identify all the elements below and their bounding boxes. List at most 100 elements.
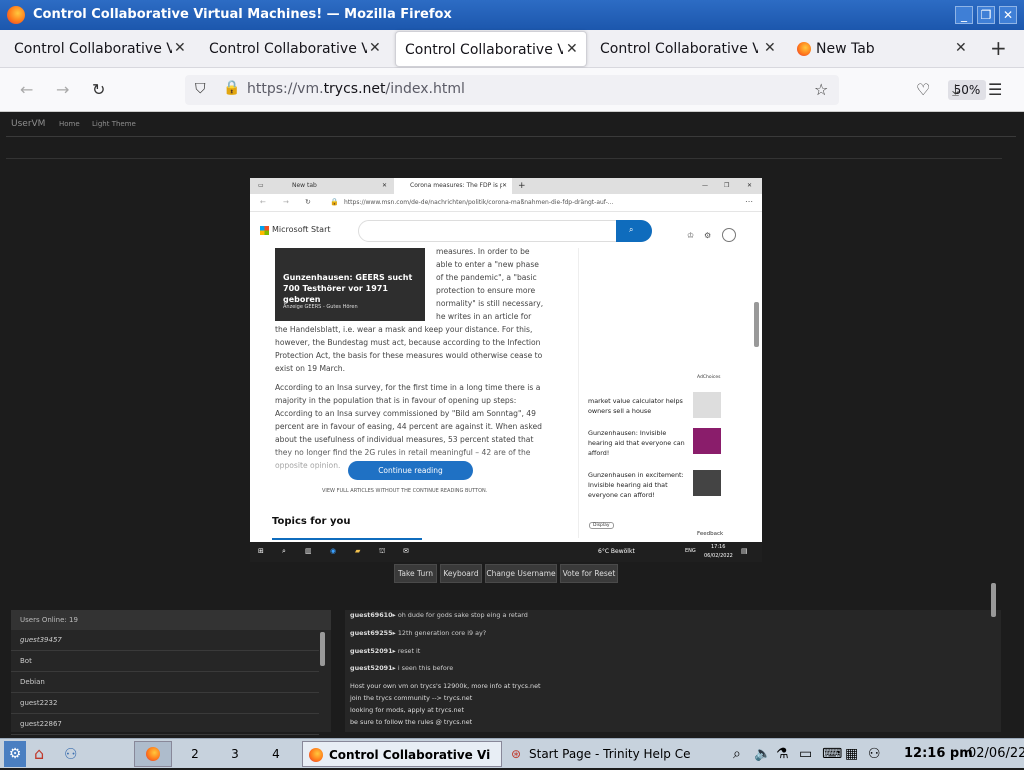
tray-app-icon[interactable]: ⚗	[776, 741, 789, 767]
workspace-2[interactable]: 2	[176, 741, 214, 767]
vm-clock-date[interactable]: 06/02/2022	[704, 553, 733, 559]
pocket-icon[interactable]: ♡	[916, 80, 930, 100]
vote-reset-button[interactable]: Vote for Reset	[560, 564, 618, 583]
store-icon[interactable]: ⛫	[379, 547, 385, 556]
downloads-icon[interactable]: ⤓	[952, 80, 959, 100]
vm-screen[interactable]: ▭ New tab ✕ Corona measures: The FDP is p…	[250, 178, 762, 562]
nav-home[interactable]: Home	[59, 120, 80, 128]
site-brand[interactable]: UserVM	[11, 119, 45, 129]
tab-new[interactable]: New Tab ✕	[787, 30, 977, 68]
close-tab-icon[interactable]: ✕	[369, 40, 381, 56]
vm-scrollbar[interactable]	[754, 302, 759, 347]
msn-search-input[interactable]: ⌕	[358, 220, 652, 242]
vm-restore-icon[interactable]: ❐	[724, 178, 729, 194]
display-icon[interactable]: ▭	[799, 741, 812, 767]
workspace-3[interactable]: 3	[216, 741, 254, 767]
windows-start-icon[interactable]: ⊞	[258, 547, 264, 555]
forward-arrow-icon[interactable]: →	[56, 80, 69, 100]
taskbar-window-firefox[interactable]: Control Collaborative Vi	[302, 741, 502, 767]
adchoices-label[interactable]: AdChoices	[697, 375, 720, 380]
user-item[interactable]: guest39457	[11, 630, 319, 651]
tab-4[interactable]: Control Collaborative Vi ✕	[590, 30, 785, 68]
workspace-4[interactable]: 4	[257, 741, 295, 767]
close-tab-icon[interactable]: ✕	[764, 40, 776, 56]
keyboard-icon[interactable]: ⌨	[822, 741, 842, 767]
feedback-link[interactable]: Feedback	[697, 531, 723, 537]
bookmark-star-icon[interactable]: ☆	[814, 80, 828, 99]
volume-icon[interactable]: 🔈	[754, 741, 771, 767]
vm-browser-tabs: ▭ New tab ✕ Corona measures: The FDP is p…	[250, 178, 762, 194]
weather-text[interactable]: 6°C Bewölkt	[598, 548, 635, 555]
vm-minimize-icon[interactable]: —	[702, 178, 708, 194]
full-article-link[interactable]: VIEW FULL ARTICLES WITHOUT THE CONTINUE …	[322, 488, 487, 494]
taskbar-window-help[interactable]: ⊛ Start Page - Trinity Help Ce	[505, 741, 705, 767]
vm-tab-active[interactable]: Corona measures: The FDP is pu	[394, 178, 512, 194]
tab-3-active[interactable]: Control Collaborative Vi ✕	[395, 31, 587, 67]
calendar-icon[interactable]: ▦	[845, 741, 858, 767]
vm-search-icon[interactable]: ⌕	[282, 547, 286, 556]
vm-new-tab-plus-icon[interactable]: +	[518, 178, 526, 194]
user-item[interactable]: guest22867	[11, 714, 319, 735]
close-tab-icon[interactable]: ✕	[174, 40, 186, 56]
search-tray-icon[interactable]: ⌕	[733, 741, 741, 767]
lock-icon[interactable]: 🔒	[223, 80, 240, 96]
tab-1[interactable]: Control Collaborative Vi ✕	[0, 30, 195, 68]
window-title: Control Collaborative Virtual Machines! …	[33, 7, 452, 22]
network-tray-icon[interactable]: ⚇	[868, 741, 881, 767]
vm-tab-newtab[interactable]: New tab ✕	[278, 178, 390, 194]
shield-icon[interactable]: ⛉	[195, 81, 206, 97]
close-window-button[interactable]: ✕	[999, 6, 1017, 24]
msn-search-button[interactable]: ⌕	[616, 220, 652, 242]
keyboard-button[interactable]: Keyboard	[440, 564, 482, 583]
take-turn-button[interactable]: Take Turn	[394, 564, 437, 583]
taskbar-date[interactable]: 02/06/22	[968, 746, 1024, 761]
maximize-button[interactable]: ❐	[977, 6, 995, 24]
url-text[interactable]: https://vm.trycs.net/index.html	[247, 81, 465, 97]
start-menu-icon[interactable]: ⚙	[4, 741, 26, 767]
tab-2[interactable]: Control Collaborative Vi ✕	[195, 30, 390, 68]
nav-light-theme[interactable]: Light Theme	[92, 120, 136, 128]
users-scrollbar[interactable]	[320, 632, 325, 666]
minimize-button[interactable]: _	[955, 6, 973, 24]
vm-url[interactable]: https://www.msn.com/de-de/nachrichten/po…	[344, 199, 613, 206]
file-explorer-icon[interactable]: ▰	[355, 547, 360, 555]
task-view-icon[interactable]: ▥	[305, 547, 312, 555]
user-item[interactable]: Bot	[11, 651, 319, 672]
user-item[interactable]: Debian	[11, 672, 319, 693]
close-tab-icon[interactable]: ✕	[566, 41, 578, 57]
back-arrow-icon[interactable]: ←	[20, 80, 33, 100]
reload-icon[interactable]: ↻	[92, 80, 105, 100]
chat-scrollbar[interactable]	[991, 583, 996, 617]
notifications-icon[interactable]: ▤	[741, 547, 748, 555]
vm-forward-icon[interactable]: →	[283, 198, 289, 206]
close-tab-icon[interactable]: ✕	[955, 40, 967, 56]
change-username-button[interactable]: Change Username	[485, 564, 557, 583]
continue-reading-button[interactable]: Continue reading	[348, 461, 473, 480]
url-bar[interactable]: ⛉ 🔒 https://vm.trycs.net/index.html 50% …	[185, 75, 986, 105]
workspace-1[interactable]	[134, 741, 172, 767]
mail-icon[interactable]: ✉	[403, 547, 409, 555]
home-icon[interactable]: ⌂	[34, 741, 44, 767]
promo-card[interactable]: Gunzenhausen: GEERS sucht 700 Testhörer …	[275, 248, 425, 321]
rewards-icon[interactable]: ♔	[687, 231, 694, 240]
vm-back-icon[interactable]: ←	[260, 198, 266, 206]
taskbar-clock[interactable]: 12:16 pm	[904, 746, 973, 761]
vm-clock-time[interactable]: 17:16	[711, 544, 725, 550]
network-icon[interactable]: ⚇	[64, 741, 77, 767]
profile-avatar-icon[interactable]	[722, 228, 736, 242]
display-badge[interactable]: Display	[589, 522, 614, 529]
new-tab-plus-icon[interactable]: +	[990, 38, 1007, 58]
vm-tab-actions-icon[interactable]: ▭	[258, 178, 264, 194]
tab-label: New Tab	[816, 41, 875, 57]
microsoft-logo-icon	[260, 226, 269, 235]
menu-icon[interactable]: ☰	[988, 80, 1002, 100]
vm-tab-close-icon[interactable]: ✕	[502, 178, 508, 194]
ms-start-brand[interactable]: Microsoft Start	[272, 225, 331, 234]
settings-gear-icon[interactable]: ⚙	[704, 231, 711, 240]
vm-close-icon[interactable]: ✕	[747, 178, 752, 194]
user-item[interactable]: guest2232	[11, 693, 319, 714]
vm-reload-icon[interactable]: ↻	[305, 198, 311, 206]
edge-icon[interactable]: ◉	[330, 547, 336, 555]
language-indicator[interactable]: ENG	[685, 548, 696, 554]
vm-more-icon[interactable]: ⋯	[745, 197, 753, 206]
